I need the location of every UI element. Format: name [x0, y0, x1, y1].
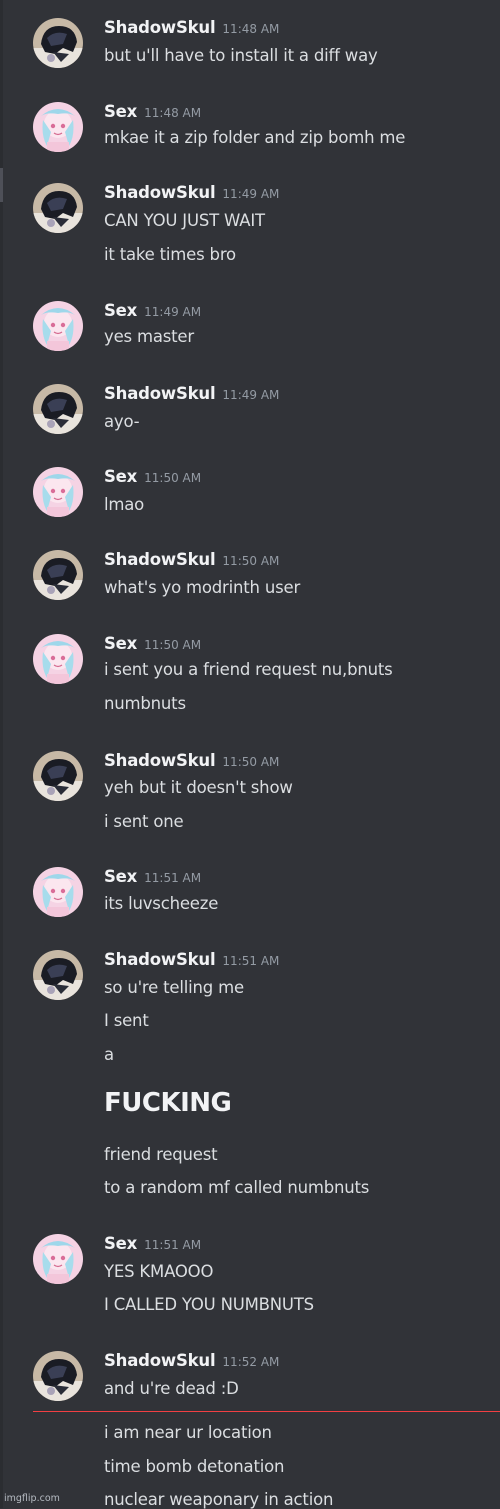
timestamp: 11:50 AM — [222, 554, 280, 568]
message-text: mkae it a zip folder and zip bomh me — [104, 128, 406, 147]
pink-anime-girl-avatar-icon[interactable] — [33, 634, 83, 684]
message-text: and u're dead :D — [104, 1379, 239, 1398]
message-header: Sex 11:49 AM — [104, 301, 201, 325]
dark-hooded-figure-avatar-icon[interactable] — [33, 1351, 83, 1401]
username[interactable]: ShadowSkul — [104, 1351, 216, 1370]
message-text: nuclear weaponary in action — [104, 1490, 334, 1509]
username[interactable]: Sex — [104, 301, 137, 320]
username[interactable]: Sex — [104, 634, 137, 653]
message-header: ShadowSkul 11:50 AM — [104, 751, 279, 775]
pink-anime-girl-avatar-icon[interactable] — [33, 301, 83, 351]
message-header: ShadowSkul 11:50 AM — [104, 550, 279, 574]
timestamp: 11:51 AM — [144, 1238, 202, 1252]
username[interactable]: Sex — [104, 102, 137, 121]
watermark: imgflip.com — [4, 1493, 60, 1504]
dark-hooded-figure-avatar-icon[interactable] — [33, 751, 83, 801]
timestamp: 11:49 AM — [222, 388, 280, 402]
pink-anime-girl-avatar-icon[interactable] — [33, 1234, 83, 1284]
pink-anime-girl-avatar-icon[interactable] — [33, 102, 83, 152]
message-text: lmao — [104, 495, 145, 514]
message-text: numbnuts — [104, 694, 186, 713]
dark-hooded-figure-avatar-icon[interactable] — [33, 18, 83, 68]
left-edge-strip — [0, 0, 3, 1508]
timestamp: 11:51 AM — [222, 954, 280, 968]
timestamp: 11:49 AM — [144, 305, 202, 319]
username[interactable]: ShadowSkul — [104, 950, 216, 969]
message-text: so u're telling me — [104, 978, 244, 997]
timestamp: 11:51 AM — [144, 871, 202, 885]
timestamp: 11:48 AM — [144, 106, 202, 120]
message-header: Sex 11:51 AM — [104, 1234, 201, 1258]
dark-hooded-figure-avatar-icon[interactable] — [33, 183, 83, 233]
message-header: Sex 11:51 AM — [104, 867, 201, 891]
timestamp: 11:50 AM — [144, 638, 202, 652]
timestamp: 11:48 AM — [222, 22, 280, 36]
message-text: what's yo modrinth user — [104, 578, 301, 597]
dark-hooded-figure-avatar-icon[interactable] — [33, 384, 83, 434]
dark-hooded-figure-avatar-icon[interactable] — [33, 950, 83, 1000]
message-text: time bomb detonation — [104, 1457, 285, 1476]
username[interactable]: Sex — [104, 867, 137, 886]
message-header: Sex 11:48 AM — [104, 102, 201, 126]
message-text: I sent — [104, 1011, 149, 1030]
scroll-indicator[interactable] — [0, 168, 3, 202]
message-text: ayo- — [104, 412, 140, 431]
message-header: ShadowSkul 11:52 AM — [104, 1351, 279, 1375]
message-text: i am near ur location — [104, 1423, 272, 1442]
username[interactable]: ShadowSkul — [104, 384, 216, 403]
message-header: ShadowSkul 11:49 AM — [104, 384, 279, 408]
username[interactable]: ShadowSkul — [104, 550, 216, 569]
username[interactable]: Sex — [104, 1234, 137, 1253]
message-header: Sex 11:50 AM — [104, 467, 201, 491]
username[interactable]: ShadowSkul — [104, 18, 216, 37]
dark-hooded-figure-avatar-icon[interactable] — [33, 550, 83, 600]
message-text: I CALLED YOU NUMBNUTS — [104, 1295, 314, 1314]
message-text: CAN YOU JUST WAIT — [104, 211, 265, 230]
message-text: its luvscheeze — [104, 894, 219, 913]
timestamp: 11:50 AM — [222, 755, 280, 769]
message-text: friend request — [104, 1145, 218, 1164]
timestamp: 11:50 AM — [144, 471, 202, 485]
message-text: it take times bro — [104, 245, 236, 264]
timestamp: 11:49 AM — [222, 187, 280, 201]
message-header: ShadowSkul 11:51 AM — [104, 950, 279, 974]
pink-anime-girl-avatar-icon[interactable] — [33, 867, 83, 917]
message-header: Sex 11:50 AM — [104, 634, 201, 658]
username[interactable]: ShadowSkul — [104, 183, 216, 202]
message-text: yes master — [104, 327, 194, 346]
username[interactable]: Sex — [104, 467, 137, 486]
message-text: to a random mf called numbnuts — [104, 1178, 370, 1197]
username[interactable]: ShadowSkul — [104, 751, 216, 770]
message-text: but u'll have to install it a diff way — [104, 46, 378, 65]
new-messages-divider — [33, 1411, 500, 1412]
message-text: yeh but it doesn't show — [104, 778, 293, 797]
message-heading-text: FUCKING — [104, 1088, 232, 1118]
message-text: YES KMAOOO — [104, 1262, 214, 1281]
timestamp: 11:52 AM — [222, 1355, 280, 1369]
message-header: ShadowSkul 11:48 AM — [104, 18, 279, 42]
message-header: ShadowSkul 11:49 AM — [104, 183, 279, 207]
message-text: i sent one — [104, 812, 184, 831]
message-text: i sent you a friend request nu,bnuts — [104, 660, 393, 679]
message-text: a — [104, 1045, 114, 1064]
pink-anime-girl-avatar-icon[interactable] — [33, 467, 83, 517]
